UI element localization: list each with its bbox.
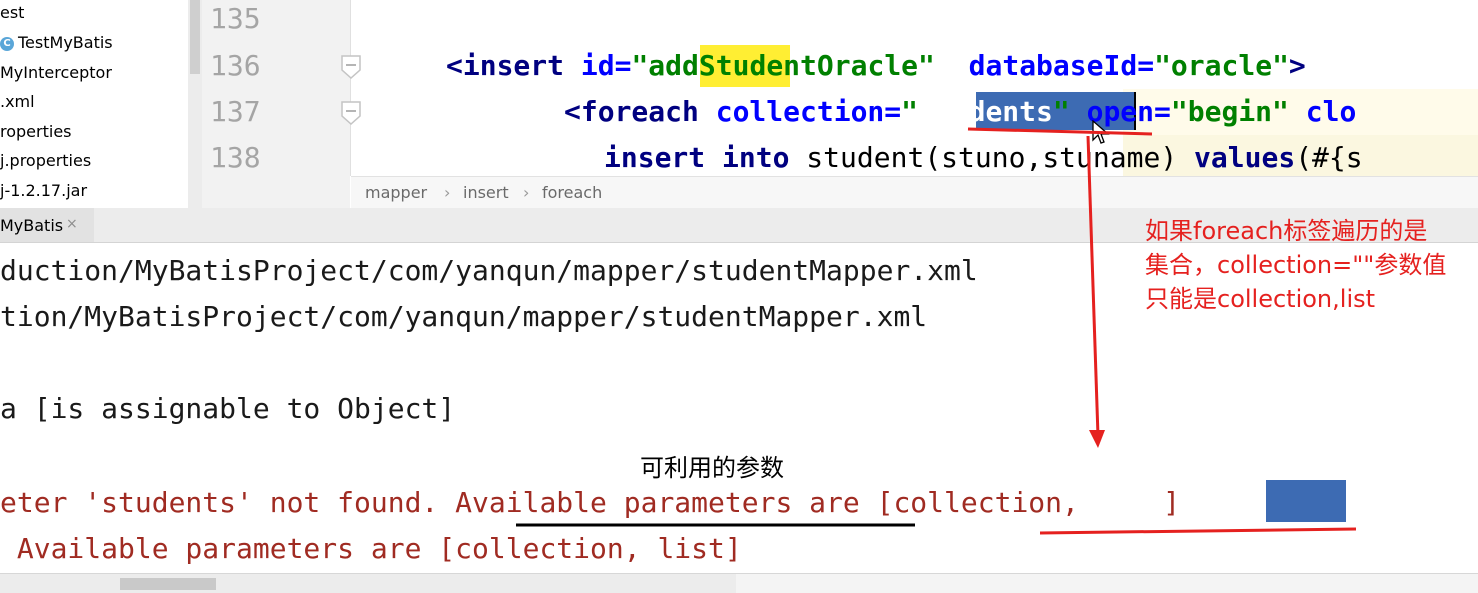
arrow-head-icon <box>1089 430 1105 448</box>
underline-collection-list <box>1039 527 1357 535</box>
arrow-line <box>1086 135 1100 437</box>
underline-students <box>967 127 1153 136</box>
annotation-label: 可利用的参数 <box>640 454 784 482</box>
annotation-note: 如果foreach标签遍历的是 集合，collection=""参数值 只能是c… <box>1145 217 1447 313</box>
